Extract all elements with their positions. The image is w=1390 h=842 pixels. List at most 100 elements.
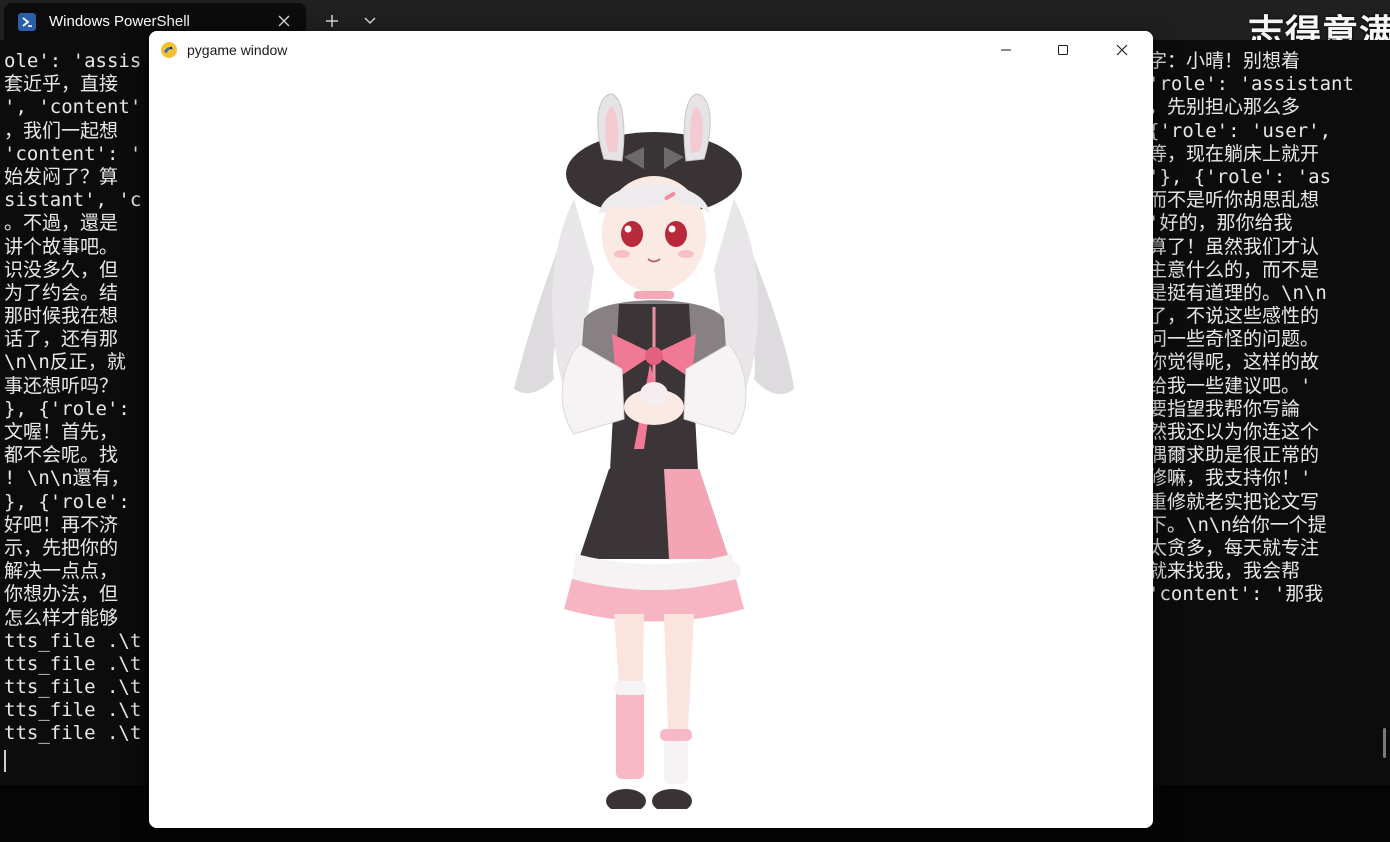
terminal-line: 下。\n\n给你一个提 xyxy=(1148,513,1327,536)
terminal-line: ，我们一起想 xyxy=(4,119,119,142)
terminal-line: 。不過，還是 xyxy=(4,212,119,235)
terminal-line: ', 'content' xyxy=(4,96,142,119)
terminal-line: tts_file .\t xyxy=(4,699,142,722)
terminal-line: \n\n反正，就 xyxy=(4,351,126,374)
pygame-window[interactable]: pygame window xyxy=(149,31,1153,828)
terminal-line: 太贪多，每天就专注 xyxy=(1148,536,1320,559)
terminal-line: 话了，还有那 xyxy=(4,328,119,351)
big-bow-knot xyxy=(645,347,663,365)
pygame-canvas[interactable] xyxy=(149,69,1153,828)
terminal-line: '}, {'role': 'as xyxy=(1148,165,1332,188)
shoe-right xyxy=(652,789,692,809)
chevron-down-icon[interactable] xyxy=(360,12,380,30)
terminal-line: 要指望我帮你写論 xyxy=(1148,397,1301,420)
desktop: Windows PowerShell _志得意满 ole': 'assis 套近乎… xyxy=(0,0,1390,842)
leg-right xyxy=(664,614,694,729)
terminal-line: 重修就老实把论文写 xyxy=(1148,490,1320,513)
terminal-line: 然我还以为你连这个 xyxy=(1148,421,1320,443)
terminal-line: 为了约会。结 xyxy=(4,281,119,304)
sock-right xyxy=(664,739,688,784)
terminal-line: 'content': '那我 xyxy=(1148,583,1324,606)
pompom xyxy=(723,562,741,580)
terminal-line: 修嘛，我支持你！' xyxy=(1148,467,1312,490)
sock-left-cuff xyxy=(614,681,646,695)
terminal-line: ole': 'assis xyxy=(4,50,142,72)
eye-highlight-left xyxy=(624,225,632,233)
terminal-scrollbar[interactable] xyxy=(1383,728,1386,758)
pygame-snake-icon xyxy=(159,40,179,60)
small-bunny xyxy=(640,382,668,406)
tab-title: Windows PowerShell xyxy=(49,13,190,30)
terminal-line: ，先别担心那么多 xyxy=(1148,96,1301,119)
terminal-text-left: ole': 'assis 套近乎，直接 ', 'content' ，我们一起想'con… xyxy=(4,50,150,746)
terminal-line: 给我一些建议吧。' xyxy=(1148,374,1312,397)
maximize-button[interactable] xyxy=(1040,31,1086,69)
terminal-line: }, {'role': xyxy=(4,490,130,513)
terminal-line: 主意什么的，而不是 xyxy=(1148,258,1320,281)
terminal-line: ! \n\n還有， xyxy=(4,467,130,490)
close-button[interactable] xyxy=(1099,31,1145,69)
terminal-line: 事还想听吗？ xyxy=(4,374,119,397)
terminal-line: 而不是听你胡思乱想 xyxy=(1148,189,1320,212)
minimize-icon xyxy=(1001,49,1011,51)
terminal-line: 就来找我，我会帮 xyxy=(1148,560,1301,583)
minimize-button[interactable] xyxy=(983,31,1029,69)
terminal-line: 你想办法，但 xyxy=(4,583,119,606)
eye-right xyxy=(665,221,687,247)
terminal-line: 都不会呢。找 xyxy=(4,444,119,467)
terminal-line: 了，不说这些感性的 xyxy=(1148,305,1320,328)
terminal-line: 怎么样才能够 xyxy=(4,606,119,629)
terminal-line: 识没多久，但 xyxy=(4,258,119,281)
terminal-line: 那时候我在想 xyxy=(4,305,119,328)
terminal-line: 套近乎，直接 xyxy=(4,73,119,96)
eye-left xyxy=(621,221,643,247)
terminal-text-right: 字：小晴！别想着'role': 'assistant ，先别担心那么多 {'role… xyxy=(1148,50,1390,746)
terminal-line: 你觉得呢，这样的故 xyxy=(1148,351,1320,374)
tab-close-icon[interactable] xyxy=(276,13,292,29)
terminal-line: 算了！虽然我们才认 xyxy=(1148,235,1320,258)
terminal-line: tts_file .\t xyxy=(4,652,142,675)
new-tab-plus-icon[interactable] xyxy=(321,10,343,32)
terminal-line: 示，先把你的 xyxy=(4,536,119,559)
terminal-line: 'content': ' xyxy=(4,142,142,165)
pygame-titlebar[interactable]: pygame window xyxy=(149,31,1153,69)
terminal-line: '好的，那你给我 xyxy=(1148,212,1293,235)
skirt-fur-trim xyxy=(572,554,736,590)
terminal-line: 文喔！首先， xyxy=(4,421,119,443)
terminal-line: tts_file .\t xyxy=(4,676,142,699)
terminal-line: 问一些奇怪的问题。 xyxy=(1148,328,1320,351)
terminal-line: tts_file .\t xyxy=(4,629,142,652)
pygame-window-title: pygame window xyxy=(187,42,288,58)
terminal-line: {'role': 'user', xyxy=(1148,119,1332,142)
sock-left xyxy=(616,689,644,779)
terminal-line: 字：小晴！别想着 xyxy=(1148,50,1301,72)
blush-right xyxy=(678,250,694,258)
terminal-line: tts_file .\t xyxy=(4,722,142,745)
terminal-line: 始发闷了？算 xyxy=(4,165,119,188)
terminal-line: 'role': 'assistant xyxy=(1148,73,1354,96)
terminal-line: 讲个故事吧。 xyxy=(4,235,119,258)
terminal-line: 解决一点点， xyxy=(4,560,119,583)
terminal-line: 好吧！再不济 xyxy=(4,513,119,536)
close-icon xyxy=(1116,44,1128,56)
blush-left xyxy=(614,250,630,258)
powershell-icon xyxy=(18,12,36,31)
skirt-pink-panel xyxy=(664,469,729,559)
terminal-line: }, {'role': xyxy=(4,397,130,420)
shoe-left xyxy=(606,789,646,809)
live2d-character xyxy=(514,93,794,809)
maximize-icon xyxy=(1058,45,1068,55)
terminal-line: sistant', 'c xyxy=(4,189,142,212)
sock-right-frill xyxy=(660,729,692,741)
choker xyxy=(634,291,674,299)
terminal-line: 偶爾求助是很正常的 xyxy=(1148,444,1320,467)
terminal-line: 等，现在躺床上就开 xyxy=(1148,142,1320,165)
terminal-cursor xyxy=(4,750,6,772)
eye-highlight-right xyxy=(668,225,676,233)
